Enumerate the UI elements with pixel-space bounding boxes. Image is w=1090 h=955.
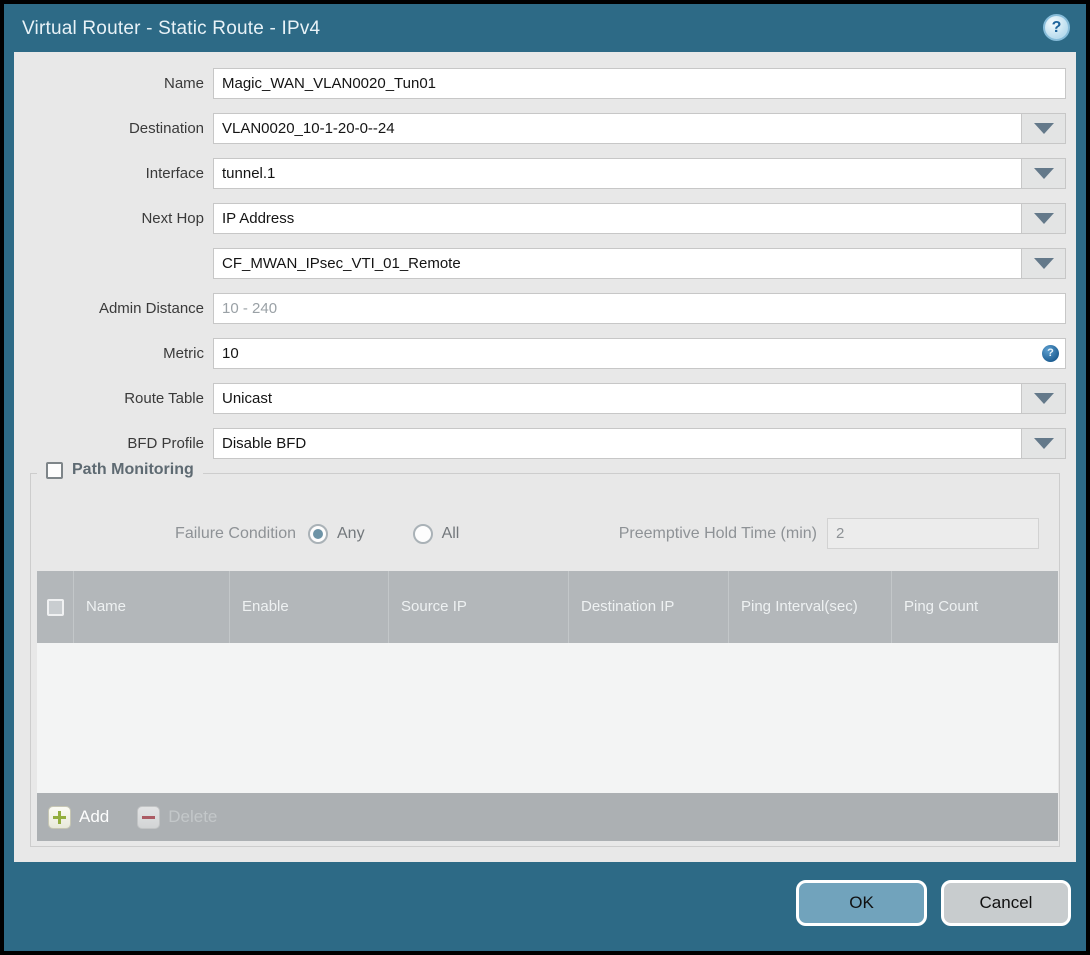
chevron-down-icon — [1033, 258, 1054, 269]
metric-row: Metric — [14, 338, 1076, 369]
path-monitoring-title: Path Monitoring — [72, 461, 194, 478]
path-monitoring-legend: Path Monitoring — [37, 461, 203, 479]
cancel-button[interactable]: Cancel — [941, 880, 1071, 926]
path-monitoring-section: Path Monitoring Failure Condition Any Al… — [30, 461, 1060, 847]
delete-button-label: Delete — [168, 807, 218, 826]
plus-icon — [48, 805, 71, 829]
failure-condition-label: Failure Condition — [175, 524, 296, 542]
next-hop-address-dropdown-button[interactable] — [1022, 248, 1066, 279]
admin-distance-label: Admin Distance — [98, 300, 204, 317]
metric-label: Metric — [163, 345, 204, 362]
interface-dropdown-button[interactable] — [1022, 158, 1066, 189]
table-toolbar: Add Delete — [37, 793, 1058, 841]
interface-row: Interface — [14, 158, 1076, 189]
next-hop-address-row — [14, 248, 1076, 279]
dialog-titlebar: Virtual Router - Static Route - IPv4 — [4, 4, 1086, 52]
info-icon — [1042, 345, 1059, 362]
minus-icon — [137, 805, 161, 829]
preemptive-hold-time-input — [827, 518, 1039, 549]
chevron-down-icon — [1033, 168, 1054, 179]
dialog-body: Name Destination Interface Next Hop — [14, 52, 1076, 862]
help-icon[interactable] — [1043, 14, 1070, 41]
bfd-profile-label: BFD Profile — [127, 435, 204, 452]
add-button[interactable]: Add — [48, 805, 110, 829]
destination-dropdown-button[interactable] — [1022, 113, 1066, 144]
column-header-ping-count: Ping Count — [891, 571, 1058, 643]
add-button-label: Add — [79, 807, 110, 826]
interface-input[interactable] — [213, 158, 1022, 189]
failure-condition-all-radio — [412, 523, 433, 544]
chevron-down-icon — [1033, 438, 1054, 449]
route-table-dropdown-button[interactable] — [1022, 383, 1066, 414]
table-header-row: Name Enable Source IP Destination IP Pin… — [37, 571, 1058, 643]
path-monitoring-checkbox[interactable] — [46, 461, 63, 479]
interface-label: Interface — [145, 165, 204, 182]
static-route-dialog: Virtual Router - Static Route - IPv4 Nam… — [4, 4, 1086, 951]
column-header-source-ip: Source IP — [388, 571, 568, 643]
dialog-title: Virtual Router - Static Route - IPv4 — [22, 18, 321, 39]
metric-input[interactable] — [213, 338, 1066, 369]
next-hop-row: Next Hop — [14, 203, 1076, 234]
failure-condition-all-label: All — [441, 524, 460, 542]
failure-condition-any-label: Any — [337, 524, 365, 542]
destination-row: Destination — [14, 113, 1076, 144]
select-all-checkbox — [46, 598, 64, 616]
failure-condition-any-radio — [308, 523, 328, 544]
next-hop-address-input[interactable] — [213, 248, 1022, 279]
bfd-profile-row: BFD Profile — [14, 428, 1076, 459]
name-row: Name — [14, 68, 1076, 99]
destination-label: Destination — [128, 120, 204, 137]
next-hop-type-dropdown-button[interactable] — [1022, 203, 1066, 234]
delete-button: Delete — [137, 805, 218, 829]
next-hop-type-input[interactable] — [213, 203, 1022, 234]
ok-button[interactable]: OK — [796, 880, 927, 926]
bfd-profile-dropdown-button[interactable] — [1022, 428, 1066, 459]
preemptive-hold-time-label: Preemptive Hold Time (min) — [618, 524, 817, 542]
column-header-ping-interval: Ping Interval(sec) — [728, 571, 891, 643]
column-header-destination-ip: Destination IP — [568, 571, 728, 643]
admin-distance-input[interactable] — [213, 293, 1066, 324]
admin-distance-row: Admin Distance — [14, 293, 1076, 324]
name-input[interactable] — [213, 68, 1066, 99]
column-header-enable: Enable — [229, 571, 388, 643]
route-table-label: Route Table — [124, 390, 204, 407]
path-monitoring-table: Name Enable Source IP Destination IP Pin… — [37, 571, 1058, 841]
next-hop-label: Next Hop — [141, 210, 204, 227]
dialog-footer: OK Cancel — [796, 880, 1071, 926]
route-table-input[interactable] — [213, 383, 1022, 414]
table-body-empty — [37, 643, 1058, 793]
chevron-down-icon — [1033, 393, 1054, 404]
chevron-down-icon — [1033, 213, 1054, 224]
route-table-row: Route Table — [14, 383, 1076, 414]
column-header-name: Name — [73, 571, 229, 643]
name-label: Name — [163, 75, 204, 92]
destination-input[interactable] — [213, 113, 1022, 144]
bfd-profile-input[interactable] — [213, 428, 1022, 459]
failure-condition-row: Failure Condition Any All Preemptive Hol… — [31, 518, 1059, 549]
chevron-down-icon — [1033, 123, 1054, 134]
